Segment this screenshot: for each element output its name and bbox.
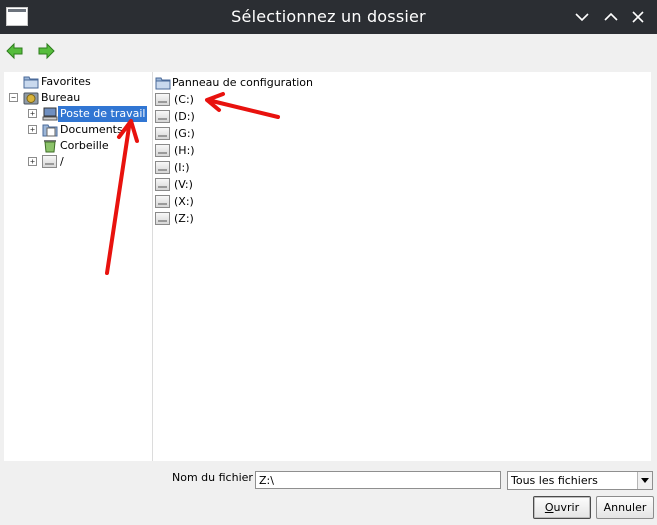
annotation-arrow-tree — [105, 119, 139, 275]
annotation-arrow-drive — [205, 92, 280, 119]
annotation-arrows — [105, 92, 280, 275]
